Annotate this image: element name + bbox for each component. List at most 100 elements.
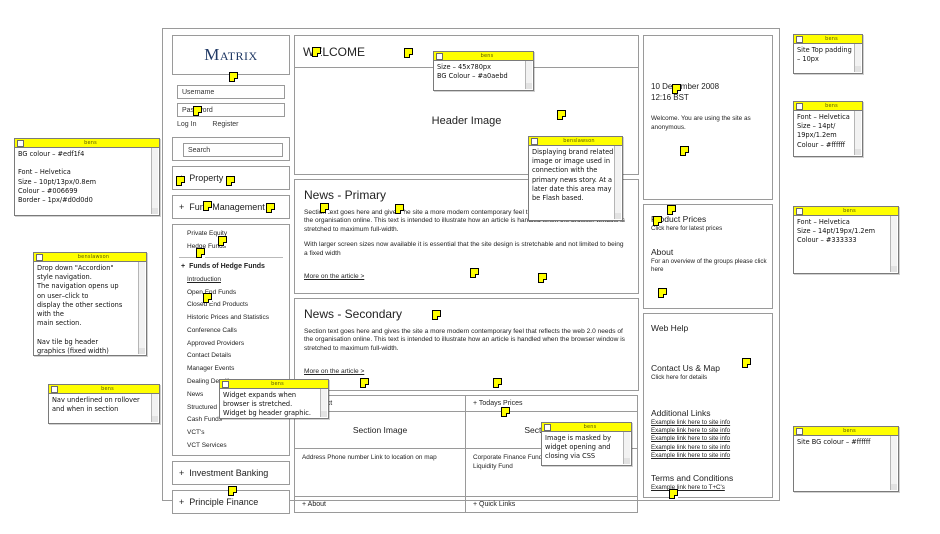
note-titlebar[interactable]: bens <box>15 139 159 148</box>
note-pin-marker[interactable] <box>501 407 510 417</box>
list-item[interactable]: Closed End Products <box>173 299 289 312</box>
username-input[interactable]: Username <box>177 85 285 99</box>
note-pin-marker[interactable] <box>193 106 202 116</box>
note-titlebar[interactable]: bens <box>434 52 533 61</box>
additional-link[interactable]: Example link here to site info <box>651 419 772 427</box>
sticky-note-font-white[interactable]: bens Font – Helvetica Size – 14pt/ 19px/… <box>793 101 863 157</box>
sticky-note-font-dark[interactable]: bens Font – Helvetica Size – 14pt/19px/1… <box>793 206 899 274</box>
note-close-icon[interactable] <box>544 423 551 431</box>
register-link[interactable]: Register <box>212 121 238 128</box>
note-titlebar[interactable]: bens <box>794 427 898 436</box>
promo-block-web-help[interactable]: Web Help <box>651 323 772 333</box>
note-pin-marker[interactable] <box>667 205 676 215</box>
list-item[interactable]: Contact Details <box>173 350 289 363</box>
list-item[interactable]: Private Equity <box>173 228 289 241</box>
note-pin-marker[interactable] <box>266 203 275 213</box>
note-resize-grip[interactable] <box>891 484 897 490</box>
note-scrollbar[interactable] <box>890 436 897 490</box>
additional-link[interactable]: Example link here to site info <box>651 444 772 452</box>
note-close-icon[interactable] <box>222 380 229 388</box>
note-titlebar[interactable]: benslawson <box>34 253 146 262</box>
note-close-icon[interactable] <box>796 427 803 435</box>
news-primary-more-link[interactable]: More on the article > <box>304 273 364 280</box>
note-close-icon[interactable] <box>531 137 538 145</box>
note-pin-marker[interactable] <box>742 358 751 368</box>
sticky-note-header-size[interactable]: bens Size – 45x780px BG Colour – #a0aebd <box>433 51 534 91</box>
list-item[interactable]: VCT Services <box>173 440 289 453</box>
news-secondary-more-link[interactable]: More on the article > <box>304 368 364 375</box>
note-resize-grip[interactable] <box>152 208 158 214</box>
note-resize-grip[interactable] <box>855 66 861 72</box>
note-pin-marker[interactable] <box>360 378 369 388</box>
additional-link[interactable]: Example link here to site info <box>651 427 772 435</box>
list-item[interactable]: Historic Prices and Statistics <box>173 312 289 325</box>
note-resize-grip[interactable] <box>855 149 861 155</box>
note-pin-marker[interactable] <box>653 216 662 226</box>
note-titlebar[interactable]: bens <box>794 35 862 44</box>
sidebar-item-investment-banking[interactable]: + Investment Banking <box>172 461 290 486</box>
note-close-icon[interactable] <box>51 385 58 393</box>
search-input[interactable]: Search <box>183 143 283 157</box>
note-titlebar[interactable]: bens <box>49 385 159 394</box>
sticky-note-hero-image[interactable]: benslawson Displaying brand related imag… <box>528 136 623 221</box>
note-scrollbar[interactable] <box>890 216 897 272</box>
note-pin-marker[interactable] <box>226 176 235 186</box>
note-titlebar[interactable]: bens <box>794 102 862 111</box>
note-pin-marker[interactable] <box>176 176 185 186</box>
note-pin-marker[interactable] <box>538 273 547 283</box>
note-pin-marker[interactable] <box>395 204 404 214</box>
list-item[interactable]: Introduction <box>173 273 289 286</box>
additional-link[interactable]: Example link here to site info <box>651 435 772 443</box>
promo-block-contact-us[interactable]: Contact Us & Map Click here for details <box>651 363 772 382</box>
list-item[interactable]: Manager Events <box>173 363 289 376</box>
sidebar-item-funds-of-hedge-funds[interactable]: + Funds of Hedge Funds <box>173 261 289 274</box>
sticky-note-top-padding[interactable]: bens Site Top padding – 10px <box>793 34 863 74</box>
note-pin-marker[interactable] <box>404 48 413 58</box>
note-pin-marker[interactable] <box>203 293 212 303</box>
note-pin-marker[interactable] <box>557 110 566 120</box>
note-resize-grip[interactable] <box>321 411 327 417</box>
widget-prices-footer[interactable]: + Quick Links <box>466 497 637 512</box>
list-item[interactable]: VCT's <box>173 427 289 440</box>
note-pin-marker[interactable] <box>470 268 479 278</box>
list-item[interactable]: Open End Funds <box>173 286 289 299</box>
note-pin-marker[interactable] <box>229 72 238 82</box>
list-item[interactable]: Approved Providers <box>173 337 289 350</box>
widget-contact-footer[interactable]: + About <box>295 497 465 512</box>
list-item[interactable]: Hedge Funds <box>173 241 289 254</box>
note-pin-marker[interactable] <box>228 486 237 496</box>
note-close-icon[interactable] <box>796 102 803 110</box>
note-resize-grip[interactable] <box>615 213 621 219</box>
note-titlebar[interactable]: bens <box>542 423 631 432</box>
sticky-note-accordion[interactable]: benslawson Drop down "Accordion" style n… <box>33 252 147 356</box>
note-scrollbar[interactable] <box>138 262 145 354</box>
note-close-icon[interactable] <box>796 207 803 215</box>
note-resize-grip[interactable] <box>152 416 158 422</box>
sticky-note-image-mask[interactable]: bens Image is masked by widget opening a… <box>541 422 632 466</box>
note-pin-marker[interactable] <box>658 288 667 298</box>
note-close-icon[interactable] <box>436 52 443 60</box>
note-close-icon[interactable] <box>36 253 43 261</box>
note-resize-grip[interactable] <box>891 266 897 272</box>
promo-block-product-prices[interactable]: Product Prices Click here for latest pri… <box>651 214 772 233</box>
sticky-note-nav-style[interactable]: bens BG colour – #edf1f4 Font – Helvetic… <box>14 138 160 216</box>
nav-header-investment-banking[interactable]: + Investment Banking <box>173 462 289 485</box>
additional-link[interactable]: Example link here to site info <box>651 452 772 460</box>
note-pin-marker[interactable] <box>320 203 329 213</box>
list-item[interactable]: Conference Calls <box>173 324 289 337</box>
note-resize-grip[interactable] <box>526 83 532 89</box>
sticky-note-widget-expand[interactable]: bens Widget expands when browser is stre… <box>219 379 329 419</box>
note-pin-marker[interactable] <box>312 47 321 57</box>
site-logo[interactable]: Matrix <box>172 35 290 75</box>
note-close-icon[interactable] <box>796 35 803 43</box>
note-close-icon[interactable] <box>17 139 24 147</box>
widget-prices-header[interactable]: + Todays Prices <box>466 396 637 413</box>
login-button[interactable]: Log In <box>177 121 196 128</box>
sticky-note-nav-rollover[interactable]: bens Nav underlined on rollover and when… <box>48 384 160 424</box>
note-pin-marker[interactable] <box>218 236 227 246</box>
note-resize-grip[interactable] <box>139 348 145 354</box>
sticky-note-site-bg[interactable]: bens Site BG colour – #ffffff <box>793 426 899 492</box>
note-pin-marker[interactable] <box>203 201 212 211</box>
note-scrollbar[interactable] <box>614 146 621 219</box>
note-scrollbar[interactable] <box>151 148 158 214</box>
